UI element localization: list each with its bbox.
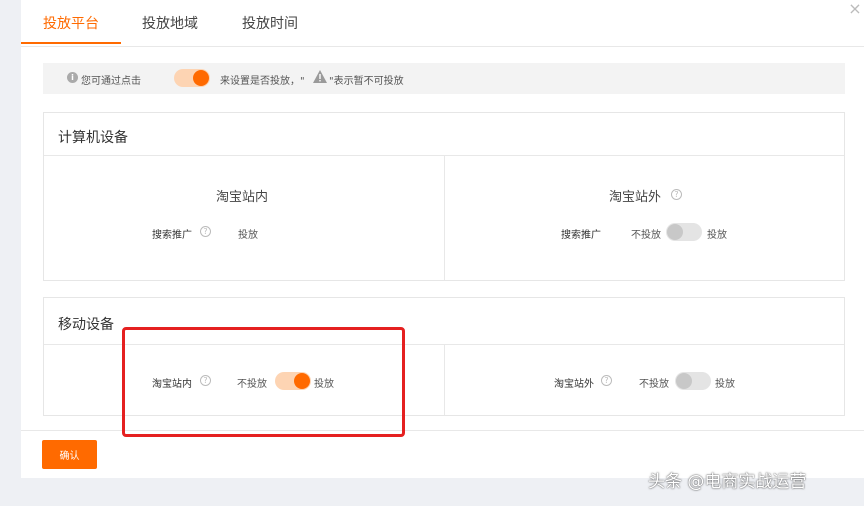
tab-time[interactable]: 投放时间 — [242, 13, 298, 43]
help-icon[interactable]: ? — [671, 189, 682, 200]
mobile-section-title: 移动设备 — [58, 317, 114, 333]
mobile-outside-on-label: 投放 — [715, 379, 735, 390]
pc-outside-toggle[interactable] — [666, 223, 702, 241]
mobile-inside-label: 淘宝站内 — [152, 379, 192, 390]
pc-section-title: 计算机设备 — [58, 130, 128, 146]
notice-text-1: 您可通过点击 — [81, 76, 141, 87]
example-toggle-icon — [174, 69, 210, 87]
info-icon: i — [67, 72, 78, 83]
watermark-text: 头条 @电商实战运营 — [648, 472, 807, 492]
mobile-inside-on-label: 投放 — [314, 379, 334, 390]
warning-icon — [313, 70, 327, 83]
pc-outside-label: 搜索推广 — [561, 230, 601, 241]
notice-text-2: 来设置是否投放，" — [220, 76, 305, 87]
notice-text-3: "表示暂不可投放 — [329, 76, 404, 87]
pc-section: 计算机设备 淘宝站内 搜索推广 ? 投放 淘宝站外 ? 搜索推广 不投放 投放 — [43, 112, 845, 281]
mobile-outside-label: 淘宝站外 — [554, 379, 594, 390]
pc-outside-heading: 淘宝站外 — [609, 190, 662, 205]
tab-platform[interactable]: 投放平台 — [21, 13, 121, 44]
pc-inside-heading: 淘宝站内 — [216, 190, 269, 205]
tab-region[interactable]: 投放地域 — [142, 13, 198, 43]
mobile-section: 移动设备 淘宝站内 ? 不投放 投放 淘宝站外 ? 不投放 投放 — [43, 297, 845, 416]
pc-outside-on-label: 投放 — [707, 230, 727, 241]
platform-dialog: × 投放平台 投放地域 投放时间 i 您可通过点击 来设置是否投放，" "表示暂… — [21, 0, 864, 478]
mobile-outside-toggle[interactable] — [675, 372, 711, 390]
mobile-inside-toggle[interactable] — [275, 372, 311, 390]
mobile-inside-off-label: 不投放 — [237, 379, 267, 390]
pc-outside-off-label: 不投放 — [631, 230, 661, 241]
help-icon[interactable]: ? — [200, 226, 211, 237]
help-icon[interactable]: ? — [200, 375, 211, 386]
pc-inside-label: 搜索推广 — [152, 230, 192, 241]
tab-bar: 投放平台 投放地域 投放时间 — [21, 0, 864, 47]
pc-inside-status: 投放 — [238, 230, 258, 241]
notice-bar: i 您可通过点击 来设置是否投放，" "表示暂不可投放 — [43, 63, 845, 94]
mobile-outside-off-label: 不投放 — [639, 379, 669, 390]
confirm-button[interactable]: 确认 — [42, 440, 97, 469]
help-icon[interactable]: ? — [601, 375, 612, 386]
